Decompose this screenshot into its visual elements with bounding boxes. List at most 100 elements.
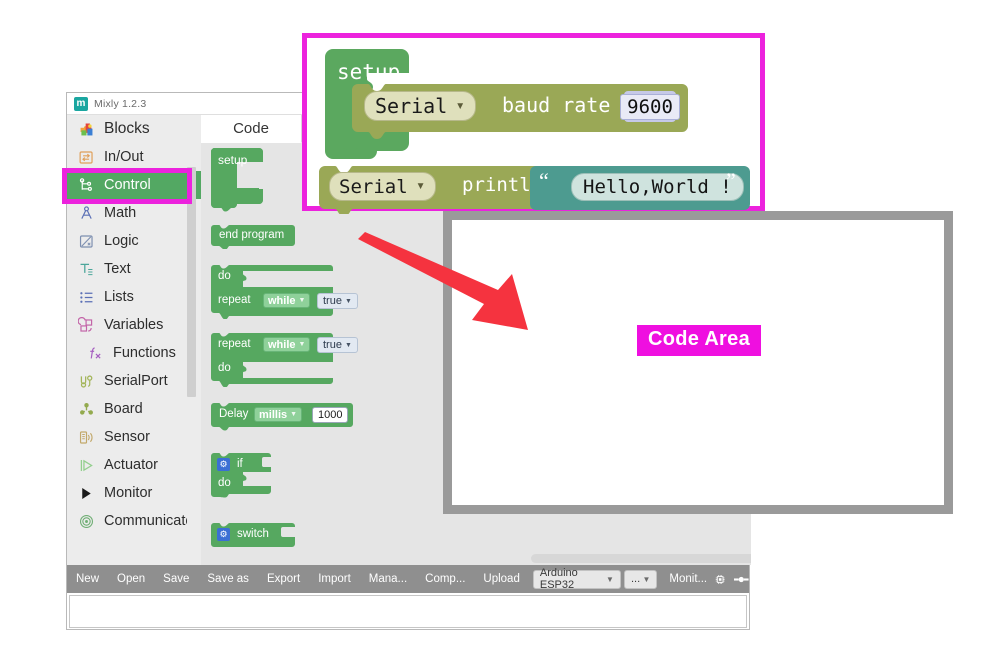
board-select[interactable]: Arduino ESP32 ▼	[532, 567, 621, 591]
sidebar-item-text[interactable]: Text	[67, 255, 201, 283]
palette-delay-block[interactable]: Delay millis ▼ 1000	[211, 403, 353, 436]
sidebar-item-label: Board	[104, 401, 143, 417]
code-area-annotation-label: Code Area	[637, 325, 761, 356]
export-button[interactable]: Export	[258, 565, 309, 593]
snippet-setup-label: setup	[337, 60, 401, 84]
port-select[interactable]: ... ▼	[623, 569, 658, 589]
toggle-icon[interactable]	[734, 574, 750, 585]
repeat-mode-value: while	[268, 338, 296, 351]
condition-value: true	[323, 339, 342, 351]
condition-value: true	[323, 295, 342, 307]
snippet-baud-rate-block[interactable]: Serial ▼ baud rate 9600	[352, 84, 688, 146]
board-select-value: Arduino ESP32	[539, 567, 578, 591]
snippet-text-block[interactable]: “ Hello,World ! ”	[530, 166, 750, 215]
sidebar-item-functions[interactable]: ​ Functions	[67, 339, 201, 367]
chevron-down-icon: ▼	[298, 297, 306, 304]
sidebar-item-label: Actuator	[104, 457, 158, 473]
snippet-baud-value-field[interactable]: 9600	[620, 93, 680, 120]
chevron-down-icon: ▼	[344, 297, 352, 305]
sidebar-item-actuator[interactable]: Actuator	[67, 451, 201, 479]
sidebar-item-label: Math	[104, 205, 137, 221]
delay-value-field[interactable]: 1000	[312, 407, 349, 423]
board-icon	[80, 402, 93, 415]
sensor-icon	[79, 430, 93, 444]
variables-icon	[78, 316, 93, 332]
compile-button[interactable]: Comp...	[416, 565, 474, 593]
sidebar-item-label: Variables	[104, 317, 164, 333]
palette-end-program-block[interactable]: end program	[211, 225, 295, 254]
repeat-mode-dropdown[interactable]: while ▼	[263, 337, 311, 352]
communicate-icon	[79, 514, 94, 528]
sidebar-item-inout[interactable]: In/Out	[67, 143, 201, 171]
condition-dropdown[interactable]: true ▼	[317, 337, 358, 353]
gear-icon[interactable]: ⚙	[217, 528, 230, 541]
sidebar-item-label: Lists	[104, 289, 134, 305]
chip-icon[interactable]	[715, 571, 725, 588]
snippet-quote-close: ”	[726, 168, 736, 193]
sidebar-item-blocks[interactable]: Blocks	[67, 115, 201, 143]
math-icon	[81, 205, 92, 219]
gear-icon[interactable]: ⚙	[217, 458, 230, 471]
sidebar-item-label: Communicate	[104, 513, 194, 529]
puzzle-icon	[80, 123, 93, 135]
new-button[interactable]: New	[67, 565, 108, 593]
serialport-icon	[80, 374, 93, 388]
sidebar-item-communicate[interactable]: Communicate	[67, 507, 201, 535]
snippet-println-port-dropdown[interactable]: Serial ▼	[329, 172, 436, 201]
sidebar-item-label: Blocks	[104, 120, 150, 137]
delay-unit-dropdown[interactable]: millis ▼	[254, 407, 303, 422]
sidebar-item-variables[interactable]: Variables	[67, 311, 201, 339]
import-button[interactable]: Import	[309, 565, 360, 593]
sidebar-item-label: Monitor	[104, 485, 153, 501]
sidebar-item-label: Text	[104, 261, 131, 277]
screenshot-root: m Mixly 1.2.3 Blocks In/Out Control Math…	[0, 0, 1000, 663]
actuator-icon	[80, 459, 93, 471]
tab-label: Code	[233, 120, 269, 137]
workspace-hscrollbar-thumb[interactable]	[531, 554, 751, 563]
palette-setup-block[interactable]: setup	[211, 148, 279, 217]
sidebar-item-lists[interactable]: Lists	[67, 283, 201, 311]
sidebar-item-monitor[interactable]: Monitor	[67, 479, 201, 507]
upload-button[interactable]: Upload	[474, 565, 528, 593]
logic-icon	[79, 234, 93, 248]
sidebar-item-serialport[interactable]: SerialPort	[67, 367, 201, 395]
snippet-println-port-value: Serial	[339, 175, 408, 198]
palette-while-do-block[interactable]: repeat while ▼ true ▼ do	[211, 333, 358, 392]
chevron-down-icon: ▼	[290, 411, 298, 418]
snippet-baud-value-socket: 9600	[620, 91, 680, 122]
snippet-text-field[interactable]: Hello,World !	[571, 173, 744, 201]
sidebar-item-logic[interactable]: Logic	[67, 227, 201, 255]
mixly-logo-icon: m	[74, 96, 88, 111]
bottom-toolbar[interactable]: New Open Save Save as Export Import Mana…	[67, 565, 750, 593]
save-button[interactable]: Save	[154, 565, 198, 593]
sidebar-item-label: Sensor	[104, 429, 150, 445]
palette-if-block[interactable]: ⚙ if do	[211, 453, 271, 508]
window-title: Mixly 1.2.3	[94, 97, 147, 110]
palette-switch-block[interactable]: ⚙ switch	[211, 523, 295, 552]
snippet-baud-port-dropdown[interactable]: Serial ▼	[364, 91, 477, 121]
tab-code[interactable]: Code	[201, 115, 302, 143]
chevron-down-icon: ▼	[455, 100, 466, 112]
snippet-quote-open: “	[539, 168, 549, 193]
snippet-baud-port-value: Serial	[375, 94, 448, 118]
palette-do-while-block[interactable]: do repeat while ▼ true ▼	[211, 265, 358, 324]
delay-unit-value: millis	[259, 408, 288, 421]
sidebar-item-board[interactable]: Board	[67, 395, 201, 423]
monitor-button[interactable]: Monit...	[669, 573, 707, 585]
chevron-down-icon: ▼	[606, 574, 614, 584]
control-highlight-box	[62, 168, 192, 204]
chevron-down-icon: ▼	[344, 341, 352, 349]
chevron-down-icon: ▼	[642, 574, 651, 584]
snippet-baud-label: baud rate	[502, 93, 611, 117]
repeat-mode-dropdown[interactable]: while ▼	[263, 293, 311, 308]
functions-icon: ​	[90, 346, 101, 359]
snippet-println-block[interactable]: Serial ▼ println	[319, 166, 549, 219]
chevron-down-icon: ▼	[415, 181, 426, 192]
open-button[interactable]: Open	[108, 565, 154, 593]
chevron-down-icon: ▼	[298, 341, 306, 348]
sidebar-item-label: Logic	[104, 233, 139, 249]
save-as-button[interactable]: Save as	[198, 565, 258, 593]
status-console[interactable]	[69, 595, 747, 628]
sidebar-item-sensor[interactable]: Sensor	[67, 423, 201, 451]
manage-button[interactable]: Mana...	[360, 565, 416, 593]
